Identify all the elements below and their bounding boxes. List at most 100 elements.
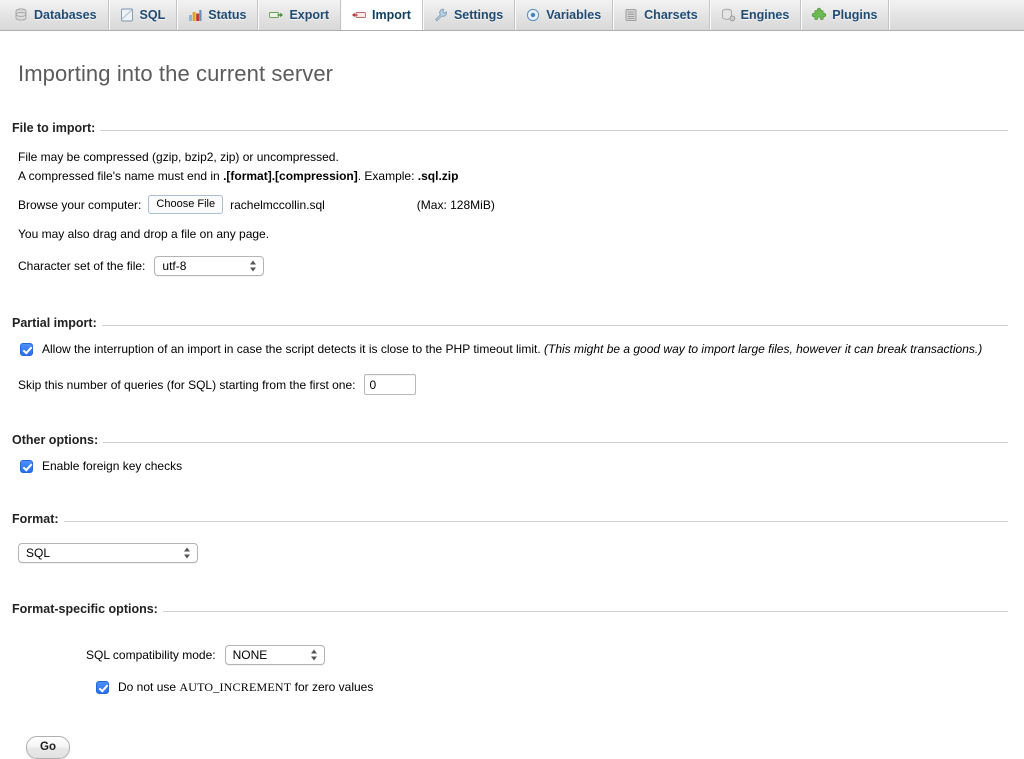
spacer <box>16 450 1008 458</box>
tab-label: Export <box>289 8 329 22</box>
allow-interrupt-row: Allow the interruption of an import in c… <box>16 341 1008 358</box>
selected-file-name: rachelmccollin.sql <box>230 198 325 212</box>
actions-row: Go <box>16 736 1008 759</box>
charset-select[interactable]: utf-8 <box>154 256 264 276</box>
tab-label: Charsets <box>644 8 698 22</box>
tab-label: Plugins <box>832 8 877 22</box>
tab-variables[interactable]: Variables <box>515 0 613 30</box>
foreign-key-checks-label: Enable foreign key checks <box>42 458 182 475</box>
heading-rule <box>100 130 1008 131</box>
heading-rule <box>102 325 1008 326</box>
max-upload-size-note: (Max: 128MiB) <box>417 198 495 212</box>
chevron-updown-icon <box>184 547 191 560</box>
tab-label: Status <box>208 8 246 22</box>
engines-icon <box>720 7 736 23</box>
tab-plugins[interactable]: Plugins <box>801 0 889 30</box>
section-format: Format: SQL <box>16 512 1008 565</box>
tab-label: Variables <box>546 8 601 22</box>
tab-import[interactable]: Import <box>341 0 423 31</box>
databases-icon <box>13 7 29 23</box>
format-specific-body: SQL compatibility mode: NONE Do not use … <box>16 645 1008 696</box>
foreign-key-checks-row: Enable foreign key checks <box>16 458 1008 475</box>
format-select[interactable]: SQL <box>18 543 198 563</box>
section-heading-format: Format: <box>12 512 1008 529</box>
sql-compatibility-select[interactable]: NONE <box>225 645 325 665</box>
sql-icon <box>119 7 135 23</box>
section-heading-label: Partial import: <box>12 316 97 330</box>
heading-rule <box>64 521 1008 522</box>
sql-compatibility-label: SQL compatibility mode: <box>86 648 216 662</box>
desc-line-2-mid: . Example: <box>358 169 418 183</box>
heading-rule <box>103 442 1008 443</box>
desc-format-token: .[format].[compression] <box>223 169 358 183</box>
section-heading-partial-import: Partial import: <box>12 316 1008 333</box>
charsets-icon <box>623 7 639 23</box>
section-heading-label: Format: <box>12 512 59 526</box>
section-heading-label: File to import: <box>12 121 95 135</box>
auto-increment-suffix: for zero values <box>291 680 373 694</box>
desc-line-1: File may be compressed (gzip, bzip2, zip… <box>18 148 1008 167</box>
tab-bar-filler <box>889 0 1024 30</box>
tab-label: Databases <box>34 8 97 22</box>
skip-queries-row: Skip this number of queries (for SQL) st… <box>16 374 1008 395</box>
tab-label: Import <box>372 8 411 22</box>
tab-databases[interactable]: Databases <box>4 0 109 30</box>
heading-rule <box>163 611 1008 612</box>
browse-row: Browse your computer: Choose File rachel… <box>16 195 1008 214</box>
tab-settings[interactable]: Settings <box>423 0 515 30</box>
format-select-value: SQL <box>19 544 197 562</box>
export-icon <box>268 7 284 23</box>
browse-label: Browse your computer: <box>18 198 141 212</box>
chevron-updown-icon <box>250 260 257 273</box>
choose-file-button[interactable]: Choose File <box>148 195 223 214</box>
desc-line-2: A compressed file's name must end in .[f… <box>18 167 1008 186</box>
charset-label: Character set of the file: <box>18 259 145 273</box>
charset-select-value: utf-8 <box>155 257 263 275</box>
allow-interrupt-checkbox[interactable] <box>20 343 33 356</box>
chevron-updown-icon <box>311 649 318 662</box>
tab-export[interactable]: Export <box>258 0 341 30</box>
foreign-key-checks-checkbox[interactable] <box>20 460 33 473</box>
spacer <box>16 333 1008 341</box>
sql-compatibility-row: SQL compatibility mode: NONE <box>86 645 1008 665</box>
section-file-to-import: File to import: File may be compressed (… <box>16 121 1008 276</box>
variables-icon <box>525 7 541 23</box>
section-heading-other-options: Other options: <box>12 433 1008 450</box>
section-other-options: Other options: Enable foreign key checks <box>16 433 1008 475</box>
tab-charsets[interactable]: Charsets <box>613 0 710 30</box>
tab-label: SQL <box>140 8 166 22</box>
settings-icon <box>433 7 449 23</box>
page-title: Importing into the current server <box>18 61 1008 87</box>
status-icon <box>187 7 203 23</box>
skip-queries-label: Skip this number of queries (for SQL) st… <box>18 378 355 392</box>
auto-increment-row: Do not use AUTO_INCREMENT for zero value… <box>86 679 1008 696</box>
file-format-description: File may be compressed (gzip, bzip2, zip… <box>16 148 1008 186</box>
section-heading-file-to-import: File to import: <box>12 121 1008 138</box>
section-heading-label: Format-specific options: <box>12 602 158 616</box>
plugins-icon <box>811 7 827 23</box>
desc-example-token: .sql.zip <box>418 169 459 183</box>
auto-increment-prefix: Do not use <box>118 680 179 694</box>
tab-status[interactable]: Status <box>177 0 258 30</box>
page-content: Importing into the current server File t… <box>0 61 1024 759</box>
main-tab-bar: Databases SQL Status <box>0 0 1024 31</box>
auto-increment-checkbox[interactable] <box>96 681 109 694</box>
tab-sql[interactable]: SQL <box>109 0 178 30</box>
format-select-row: SQL <box>16 543 1008 565</box>
desc-line-2-prefix: A compressed file's name must end in <box>18 169 223 183</box>
allow-interrupt-note: (This might be a good way to import larg… <box>544 342 982 356</box>
sql-compatibility-value: NONE <box>226 646 324 664</box>
drag-drop-note: You may also drag and drop a file on any… <box>16 225 1008 244</box>
tab-label: Engines <box>741 8 790 22</box>
section-format-specific-options: Format-specific options: SQL compatibili… <box>16 602 1008 696</box>
tab-engines[interactable]: Engines <box>710 0 802 30</box>
allow-interrupt-text: Allow the interruption of an import in c… <box>42 342 541 356</box>
allow-interrupt-label: Allow the interruption of an import in c… <box>42 341 982 358</box>
charset-row: Character set of the file: utf-8 <box>16 256 1008 276</box>
section-heading-label: Other options: <box>12 433 98 447</box>
auto-increment-keyword: AUTO_INCREMENT <box>179 680 291 694</box>
go-button[interactable]: Go <box>26 736 70 759</box>
section-heading-format-specific: Format-specific options: <box>12 602 1008 619</box>
skip-queries-input[interactable] <box>364 374 416 395</box>
auto-increment-label: Do not use AUTO_INCREMENT for zero value… <box>118 679 373 696</box>
